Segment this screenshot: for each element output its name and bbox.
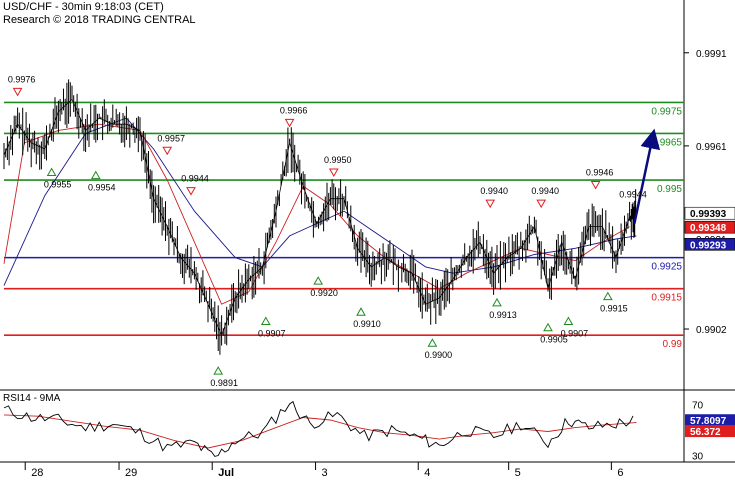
low-label: 0.9915 (600, 304, 628, 314)
instrument-title: USD/CHF - 30min 9:18:03 (CET) (3, 1, 164, 13)
high-label: 0.9950 (324, 155, 352, 165)
low-label: 0.9954 (88, 183, 116, 193)
low-label: 0.9913 (489, 310, 517, 320)
date-tick-label: 4 (424, 467, 430, 479)
date-tick-label: 29 (125, 467, 137, 479)
chart-canvas: 0.9975 0.9965 0.995 0.9925 0.9915 0.99 0.9976… (0, 0, 735, 480)
date-tick-label: Jul (218, 467, 234, 479)
date-tick-label: 5 (515, 467, 521, 479)
rsi-label: RSI14 - 9MA (3, 393, 61, 404)
current-price-label: 0.99293 (690, 240, 727, 251)
rsi-tick-label: 70 (692, 401, 704, 412)
low-label: 0.9900 (425, 350, 453, 360)
date-tick-label: 3 (322, 467, 328, 479)
high-label: 0.9946 (586, 167, 614, 177)
rsi-value-label: 56.372 (690, 427, 721, 438)
low-label: 0.9907 (561, 329, 589, 339)
price-tick-label: 0.9991 (696, 49, 727, 60)
current-price-label: 0.99348 (690, 223, 727, 234)
price-tick-label: 0.9961 (696, 142, 727, 153)
high-label: 0.9957 (157, 133, 185, 143)
price-tick-label: 0.9902 (696, 325, 727, 336)
high-label: 0.9940 (531, 186, 559, 196)
level-label: 0.995 (657, 184, 682, 195)
low-label: 0.9907 (258, 329, 286, 339)
low-label: 0.9920 (310, 288, 338, 298)
low-label: 0.9891 (210, 378, 238, 388)
high-label: 0.9940 (480, 186, 508, 196)
low-label: 0.9910 (353, 319, 381, 329)
price-label: 0.9944 (619, 190, 647, 200)
rsi-tick-label: 30 (692, 452, 704, 463)
high-label: 0.9966 (280, 105, 308, 115)
level-label: 0.99 (663, 339, 683, 350)
current-price-label: 0.99393 (690, 209, 727, 220)
low-label: 0.9955 (44, 180, 72, 190)
date-tick-label: 28 (31, 467, 43, 479)
high-label: 0.9976 (8, 74, 36, 84)
date-tick-label: 6 (617, 467, 623, 479)
level-label: 0.9965 (651, 137, 682, 148)
level-label: 0.9975 (651, 106, 682, 117)
research-credit: Research © 2018 TRADING CENTRAL (3, 14, 196, 26)
level-label: 0.9915 (651, 293, 682, 304)
level-label: 0.9925 (651, 262, 682, 273)
high-label: 0.9944 (181, 174, 209, 184)
